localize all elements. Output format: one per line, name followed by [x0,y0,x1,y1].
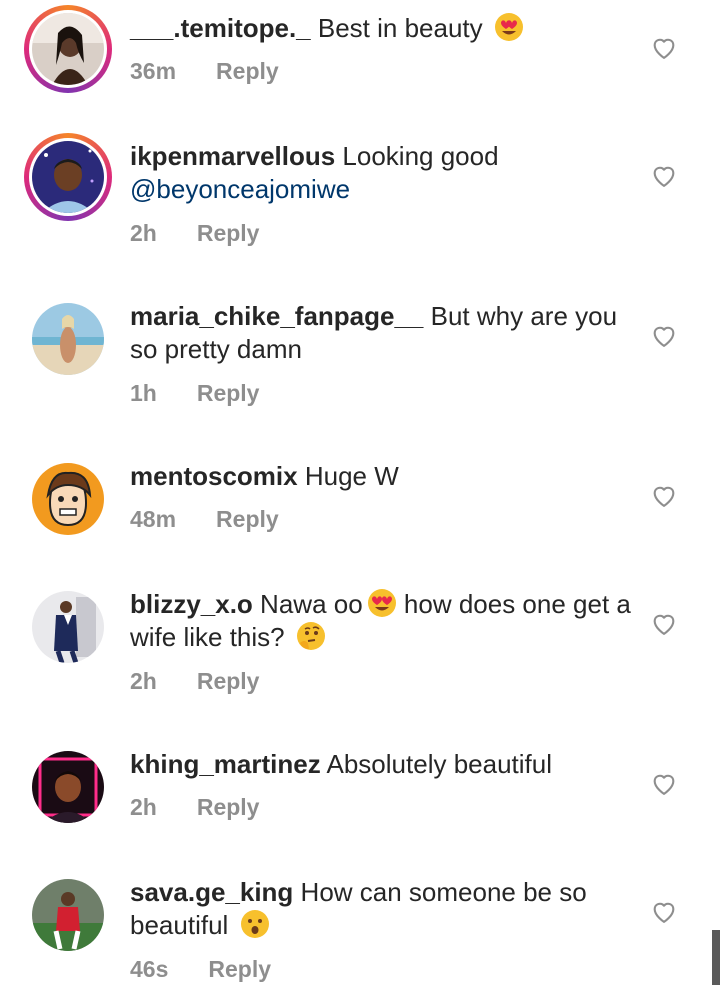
mention-link[interactable]: @beyonceajomiwe [130,174,350,204]
comment-username[interactable]: khing_martinez [130,749,321,779]
comment-username[interactable]: blizzy_x.o [130,589,253,619]
comment-text: ikpenmarvellous Looking good @beyonceajo… [130,140,635,206]
comment-meta: 2h Reply [130,794,259,821]
heart-outline-icon[interactable] [650,34,678,62]
reply-button[interactable]: Reply [197,220,260,247]
comment-timestamp: 1h [130,380,157,406]
reply-button[interactable]: Reply [208,956,271,983]
heart-outline-icon[interactable] [650,770,678,798]
reply-button[interactable]: Reply [216,58,279,85]
avatar[interactable] [32,591,104,663]
avatar[interactable] [32,879,104,951]
avatar[interactable] [32,463,104,535]
comment-meta: 46s Reply [130,956,271,983]
heart-outline-icon[interactable] [650,162,678,190]
comment-body: Looking good [335,141,499,171]
comment-body: Best in beauty [310,13,490,43]
comment-username[interactable]: ikpenmarvellous [130,141,335,171]
comment-text: blizzy_x.o Nawa oo how does one get a wi… [130,588,635,654]
thinking-face-emoji [296,621,326,651]
avatar[interactable] [32,751,104,823]
comment-meta: 2h Reply [130,668,259,695]
reply-button[interactable]: Reply [197,794,260,821]
comment-meta: 1h Reply [130,380,259,407]
comment-meta: 2h Reply [130,220,259,247]
comment-timestamp: 2h [130,668,157,694]
comment-body: Huge W [297,461,399,491]
comment-meta: 48m Reply [130,506,279,533]
comment-timestamp: 46s [130,956,169,982]
comment-meta: 36m Reply [130,58,279,85]
scrollbar[interactable] [712,930,720,985]
comment-timestamp: 2h [130,794,157,820]
heart-outline-icon[interactable] [650,898,678,926]
comment-username[interactable]: maria_chike_fanpage__ [130,301,423,331]
comment-username[interactable]: ___.temitope._ [130,13,311,43]
comment-username[interactable]: sava.ge_king [130,877,293,907]
comment-timestamp: 2h [130,220,157,246]
astonished-face-emoji [240,909,270,939]
comment-timestamp: 48m [130,506,177,532]
avatar[interactable] [24,5,112,93]
comment-text: sava.ge_king How can someone be so beaut… [130,876,635,942]
comment-username[interactable]: mentoscomix [130,461,298,491]
heart-eyes-emoji [367,588,397,618]
reply-button[interactable]: Reply [216,506,279,533]
comment-timestamp: 36m [130,58,177,84]
reply-button[interactable]: Reply [197,668,260,695]
comment-body: Absolutely beautiful [320,749,553,779]
avatar[interactable] [32,303,104,375]
comment-text: mentoscomix Huge W [130,460,635,493]
comment-text: ___.temitope._ Best in beauty [130,12,635,45]
comment-text: khing_martinez Absolutely beautiful [130,748,635,781]
heart-eyes-emoji [494,12,524,42]
reply-button[interactable]: Reply [197,380,260,407]
heart-outline-icon[interactable] [650,322,678,350]
comment-text: maria_chike_fanpage__ But why are you so… [130,300,635,366]
comment-body: Nawa oo [252,589,363,619]
avatar[interactable] [24,133,112,221]
heart-outline-icon[interactable] [650,610,678,638]
heart-outline-icon[interactable] [650,482,678,510]
